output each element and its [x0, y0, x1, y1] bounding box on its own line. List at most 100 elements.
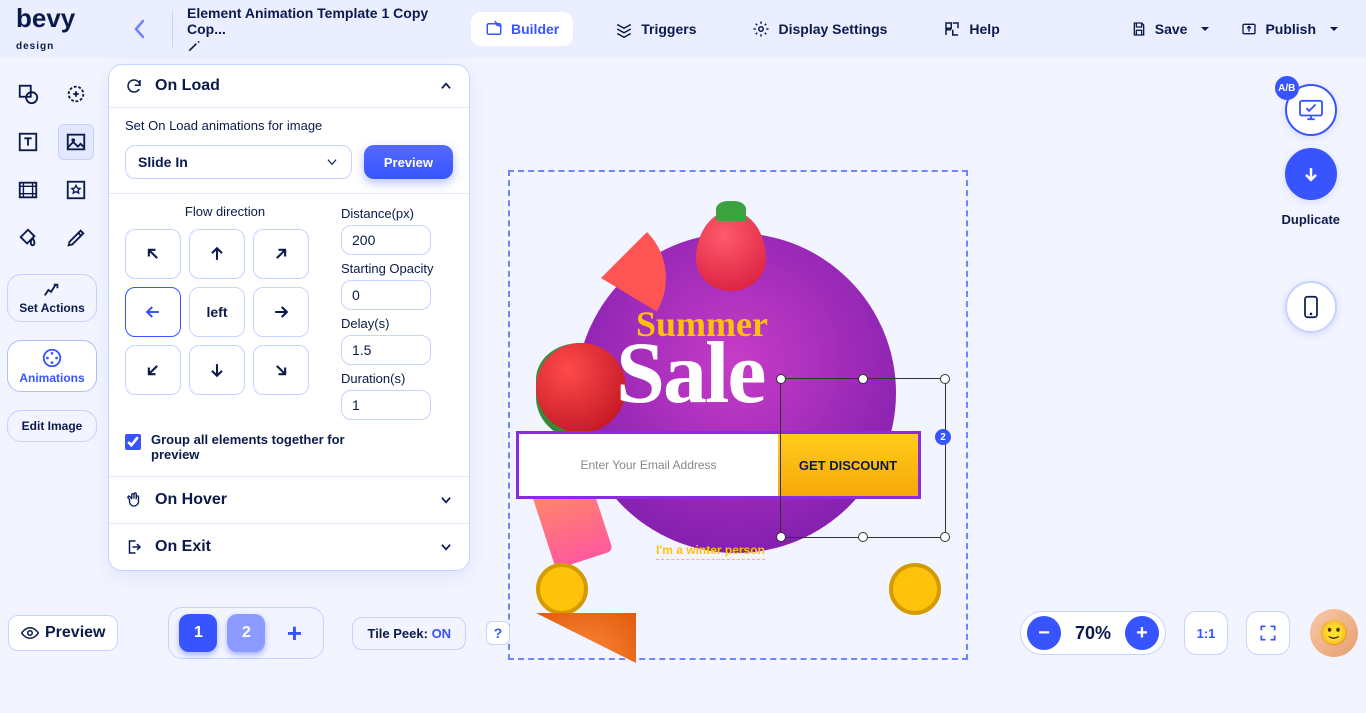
onload-description: Set On Load animations for image [109, 107, 469, 137]
nav-builder[interactable]: Builder [471, 12, 573, 46]
template-title: Element Animation Template 1 Copy Cop... [187, 5, 445, 37]
user-avatar[interactable]: 🙂 [1310, 609, 1358, 657]
dir-left[interactable] [125, 287, 181, 337]
fill-tool-icon[interactable] [10, 220, 46, 256]
add-page-button[interactable]: + [275, 614, 313, 652]
delay-label: Delay(s) [341, 316, 453, 331]
chevron-down-icon [325, 155, 339, 169]
onexit-section-header[interactable]: On Exit [109, 523, 469, 570]
email-input[interactable]: Enter Your Email Address [519, 434, 778, 496]
opacity-input[interactable] [341, 280, 431, 310]
tile-peek-state: ON [432, 626, 452, 641]
favorite-tool-icon[interactable] [58, 172, 94, 208]
publish-button[interactable]: Publish [1233, 15, 1346, 43]
set-actions-button[interactable]: Set Actions [7, 274, 97, 322]
zoom-out-button[interactable]: − [1027, 616, 1061, 650]
onload-title: On Load [155, 77, 220, 95]
dir-down-left[interactable] [125, 345, 181, 395]
preview-animation-button[interactable]: Preview [364, 145, 453, 179]
nav-help[interactable]: Help [929, 12, 1013, 46]
duration-label: Duration(s) [341, 371, 453, 386]
refresh-icon [125, 77, 143, 95]
selection-count-badge: 2 [935, 429, 951, 445]
dir-up-right[interactable] [253, 229, 309, 279]
text-tool-icon[interactable] [10, 124, 46, 160]
resize-handle-nw[interactable] [776, 374, 786, 384]
delay-input[interactable] [341, 335, 431, 365]
preview-popup-button[interactable]: Preview [8, 615, 118, 651]
ratio-label: 1:1 [1197, 626, 1216, 641]
onexit-title: On Exit [155, 538, 211, 556]
exit-icon [125, 538, 143, 556]
resize-handle-n[interactable] [858, 374, 868, 384]
dir-right[interactable] [253, 287, 309, 337]
device-mobile-button[interactable] [1285, 281, 1337, 333]
resize-handle-ne[interactable] [940, 374, 950, 384]
divider [172, 11, 173, 47]
animations-button[interactable]: Animations [7, 340, 97, 392]
video-tool-icon[interactable] [10, 172, 46, 208]
top-right-actions: Save Publish [1123, 15, 1358, 43]
ab-test-badge[interactable]: A/B [1275, 76, 1299, 100]
duration-input[interactable] [341, 390, 431, 420]
zoom-in-button[interactable]: + [1125, 616, 1159, 650]
device-desktop-wrapper: A/B [1285, 84, 1337, 136]
right-float-tools: A/B Duplicate [1281, 84, 1340, 333]
back-button[interactable] [120, 9, 160, 49]
zoom-value: 70% [1065, 623, 1121, 644]
film-reel-icon [41, 347, 63, 369]
group-preview-checkbox[interactable] [125, 434, 141, 450]
set-actions-label: Set Actions [19, 301, 85, 315]
strawberry-image[interactable] [696, 211, 766, 291]
onhover-section-header[interactable]: On Hover [109, 476, 469, 523]
actual-size-button[interactable]: 1:1 [1184, 611, 1228, 655]
dir-up[interactable] [189, 229, 245, 279]
save-button[interactable]: Save [1123, 15, 1218, 43]
edit-image-button[interactable]: Edit Image [7, 410, 97, 442]
dir-down-right[interactable] [253, 345, 309, 395]
nav-display-settings[interactable]: Display Settings [738, 12, 901, 46]
resize-handle-se[interactable] [940, 532, 950, 542]
distance-input[interactable] [341, 225, 431, 255]
flow-direction-label: Flow direction [125, 204, 325, 219]
edit-tool-icon[interactable] [58, 220, 94, 256]
winter-link[interactable]: I'm a winter person [656, 543, 765, 560]
dir-down[interactable] [189, 345, 245, 395]
animations-label: Animations [19, 371, 84, 385]
zoom-control: − 70% + [1020, 611, 1166, 655]
animation-type-value: Slide In [138, 154, 188, 170]
cherry-image[interactable] [536, 343, 626, 433]
image-tool-icon[interactable] [58, 124, 94, 160]
duplicate-button[interactable] [1285, 148, 1337, 200]
numeric-params: Distance(px) Starting Opacity Delay(s) D… [341, 204, 453, 420]
fit-screen-button[interactable] [1246, 611, 1290, 655]
duplicate-label: Duplicate [1281, 212, 1340, 227]
selection-box[interactable]: 2 [780, 378, 946, 538]
help-button[interactable]: ? [486, 621, 510, 645]
animation-type-row: Slide In Preview [109, 137, 469, 193]
tile-peek-toggle[interactable]: Tile Peek: ON [352, 617, 466, 650]
animation-type-select[interactable]: Slide In [125, 145, 352, 179]
dir-up-left[interactable] [125, 229, 181, 279]
shape-tool-icon[interactable] [10, 76, 46, 112]
chevron-down-icon [439, 493, 453, 507]
brand-logo: bevy design [8, 7, 116, 52]
sale-heading[interactable]: Sale [616, 323, 764, 424]
add-shape-tool-icon[interactable] [58, 76, 94, 112]
resize-handle-sw[interactable] [776, 532, 786, 542]
nav-triggers[interactable]: Triggers [601, 12, 710, 46]
running-icon [41, 281, 63, 299]
animation-panel: On Load Set On Load animations for image… [108, 64, 470, 571]
flow-direction-column: Flow direction left [125, 204, 325, 420]
distance-label: Distance(px) [341, 206, 453, 221]
resize-handle-s[interactable] [858, 532, 868, 542]
brand-subtitle: design [16, 41, 54, 52]
chevron-down-icon [439, 540, 453, 554]
nav-help-label: Help [969, 21, 999, 37]
page-2-button[interactable]: 2 [227, 614, 265, 652]
brand-name: bevy [16, 3, 75, 33]
template-title-block[interactable]: Element Animation Template 1 Copy Cop... [181, 1, 451, 57]
page-1-button[interactable]: 1 [179, 614, 217, 652]
onload-section-header[interactable]: On Load [109, 65, 469, 107]
edit-title-icon[interactable] [187, 39, 445, 53]
